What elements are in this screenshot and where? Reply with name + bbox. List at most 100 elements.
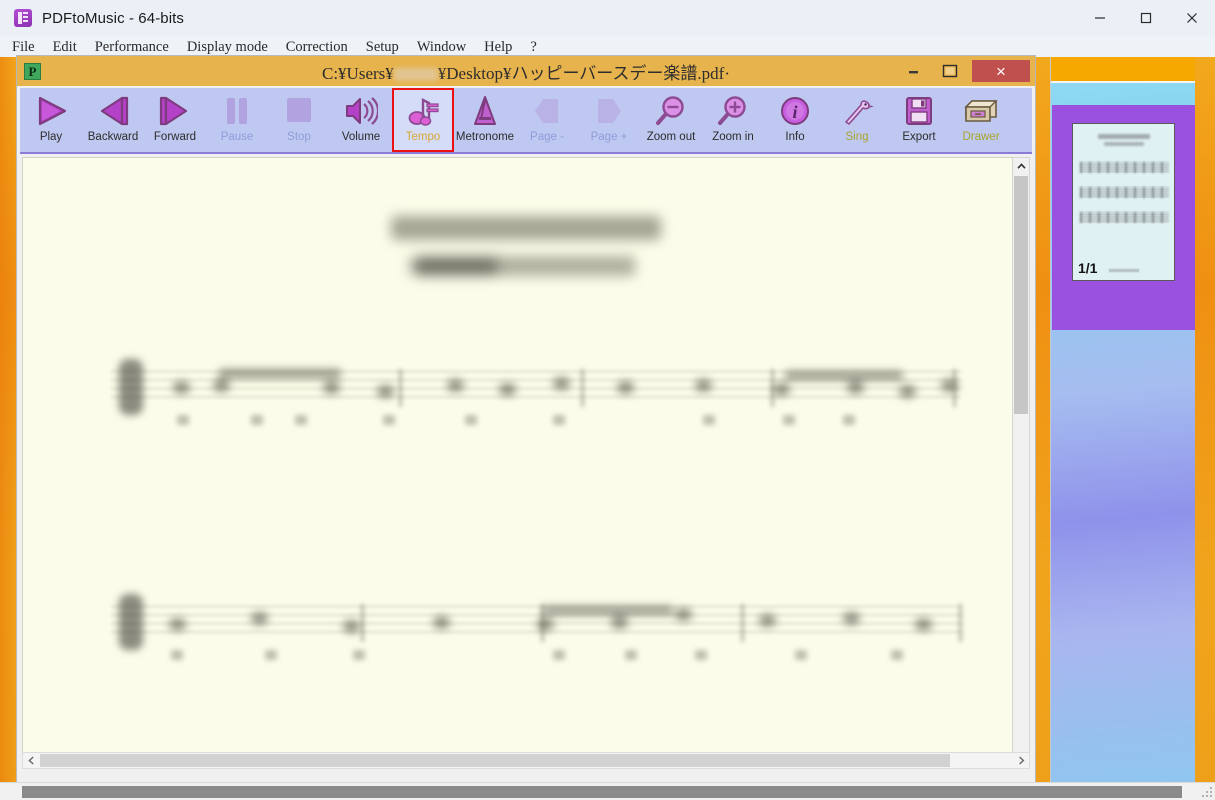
page-prev-icon bbox=[530, 93, 564, 129]
chevron-left-icon[interactable] bbox=[23, 753, 39, 768]
toolbar-label-tempo: Tempo bbox=[405, 131, 441, 143]
app-bottom-scrollbar[interactable] bbox=[0, 782, 1215, 800]
toolbar-button-stop[interactable]: Stop bbox=[268, 88, 330, 152]
thumbnail-page-label: 1/1 bbox=[1078, 260, 1098, 276]
horizontal-scroll-thumb[interactable] bbox=[40, 754, 950, 767]
page-thumbnail[interactable]: 1/1 bbox=[1072, 123, 1175, 281]
forward-icon bbox=[158, 93, 192, 129]
notes-2 bbox=[155, 598, 955, 644]
toolbar-button-page-next[interactable]: Page + bbox=[578, 88, 640, 152]
app-scroll-thumb[interactable] bbox=[22, 786, 1182, 798]
export-floppy-icon bbox=[902, 93, 936, 129]
zoom-out-icon bbox=[654, 93, 688, 129]
main-toolbar: Play Backward Forward Pause Stop Volume … bbox=[20, 88, 1032, 154]
toolbar-label-export: Export bbox=[902, 131, 936, 143]
thumbnail-dock: 1/1 bbox=[1050, 57, 1195, 782]
maximize-icon[interactable] bbox=[1123, 0, 1169, 36]
score-title-blur bbox=[391, 216, 661, 240]
thumbnail-item-selected[interactable]: 1/1 bbox=[1052, 105, 1195, 330]
pdftomusic-icon bbox=[14, 9, 32, 27]
toolbar-label-backward: Backward bbox=[87, 131, 139, 143]
toolbar-label-sing: Sing bbox=[845, 131, 869, 143]
clef-1 bbox=[119, 359, 143, 415]
toolbar-button-volume[interactable]: Volume bbox=[330, 88, 392, 152]
toolbar-button-pause[interactable]: Pause bbox=[206, 88, 268, 152]
barline-2d bbox=[959, 604, 962, 642]
toolbar-button-metronome[interactable]: Metronome bbox=[454, 88, 516, 152]
document-window: P C:¥Users¥ ¥Desktop¥ハッピーバースデー楽譜.pdf· × P… bbox=[16, 55, 1036, 788]
toolbar-button-zoom-in[interactable]: Zoom in bbox=[702, 88, 764, 152]
toolbar-label-forward: Forward bbox=[153, 131, 197, 143]
info-icon: i bbox=[778, 93, 812, 129]
metronome-icon bbox=[468, 93, 502, 129]
sing-bird-icon bbox=[840, 93, 874, 129]
toolbar-button-backward[interactable]: Backward bbox=[82, 88, 144, 152]
toolbar-button-export[interactable]: Export bbox=[888, 88, 950, 152]
toolbar-button-zoom-out[interactable]: Zoom out bbox=[640, 88, 702, 152]
backward-icon bbox=[96, 93, 130, 129]
toolbar-label-page-next: Page + bbox=[590, 131, 628, 143]
minimize-icon[interactable] bbox=[1077, 0, 1123, 36]
toolbar-button-play[interactable]: Play bbox=[20, 88, 82, 152]
toolbar-label-play: Play bbox=[39, 131, 63, 143]
toolbar-button-sing[interactable]: Sing bbox=[826, 88, 888, 152]
toolbar-label-pause: Pause bbox=[220, 131, 254, 143]
resize-grip[interactable] bbox=[1201, 787, 1213, 799]
document-path-suffix: ¥Desktop¥ハッピーバースデー楽譜.pdf· bbox=[437, 63, 730, 83]
chevron-up-icon[interactable] bbox=[1013, 158, 1029, 175]
document-path: C:¥Users¥ ¥Desktop¥ハッピーバースデー楽譜.pdf· bbox=[17, 59, 1035, 84]
tempo-icon bbox=[406, 93, 440, 129]
window-title: PDFtoMusic - 64-bits bbox=[42, 9, 185, 27]
toolbar-button-page-prev[interactable]: Page - bbox=[516, 88, 578, 152]
window-controls bbox=[1077, 0, 1215, 36]
toolbar-button-info[interactable]: i Info bbox=[764, 88, 826, 152]
toolbar-label-stop: Stop bbox=[287, 131, 311, 143]
thumbnail-subtitle-blur bbox=[1103, 142, 1144, 146]
thumbnail-notes-2 bbox=[1080, 187, 1169, 198]
document-minimize-icon[interactable] bbox=[896, 56, 932, 86]
pause-icon bbox=[220, 93, 254, 129]
toolbar-button-tempo[interactable]: Tempo bbox=[392, 88, 454, 152]
dock-top-bar bbox=[1051, 57, 1195, 81]
drawer-icon bbox=[963, 93, 999, 129]
notes-1 bbox=[155, 363, 958, 409]
document-titlebar[interactable]: P C:¥Users¥ ¥Desktop¥ハッピーバースデー楽譜.pdf· × bbox=[17, 56, 1035, 86]
toolbar-label-zoom-out: Zoom out bbox=[646, 131, 696, 143]
thumbnail-footer-blur bbox=[1108, 269, 1139, 272]
chevron-right-icon[interactable] bbox=[1013, 753, 1029, 768]
thumbnail-notes-3 bbox=[1080, 212, 1169, 223]
page-next-icon bbox=[592, 93, 626, 129]
score-viewer[interactable] bbox=[22, 157, 1030, 764]
redacted-username bbox=[393, 68, 438, 82]
toolbar-button-forward[interactable]: Forward bbox=[144, 88, 206, 152]
toolbar-label-info: Info bbox=[785, 131, 805, 143]
score-subtitle-blur bbox=[417, 256, 635, 276]
lyrics-2 bbox=[155, 650, 955, 662]
window-titlebar: PDFtoMusic - 64-bits bbox=[0, 0, 1215, 36]
document-close-button[interactable]: × bbox=[972, 60, 1030, 82]
close-icon[interactable] bbox=[1169, 0, 1215, 36]
toolbar-label-drawer: Drawer bbox=[962, 131, 1000, 143]
toolbar-label-zoom-in: Zoom in bbox=[712, 131, 754, 143]
thumbnail-title-blur bbox=[1097, 134, 1150, 139]
thumbnail-list[interactable]: 1/1 bbox=[1051, 83, 1195, 782]
clef-2 bbox=[119, 594, 143, 650]
vertical-scroll-thumb[interactable] bbox=[1014, 176, 1028, 414]
viewer-vertical-scrollbar[interactable] bbox=[1012, 157, 1030, 764]
document-icon: P bbox=[24, 62, 41, 80]
toolbar-button-drawer[interactable]: Drawer bbox=[950, 88, 1012, 152]
lyrics-1 bbox=[155, 415, 955, 427]
viewer-horizontal-scrollbar[interactable] bbox=[22, 752, 1030, 769]
svg-text:i: i bbox=[792, 102, 797, 122]
volume-icon bbox=[344, 93, 378, 129]
document-path-prefix: C:¥Users¥ bbox=[322, 63, 394, 83]
document-maximize-icon[interactable] bbox=[932, 56, 968, 86]
application-window: PDFtoMusic - 64-bits File Edit Performan… bbox=[0, 0, 1215, 800]
stop-icon bbox=[282, 93, 316, 129]
document-window-controls: × bbox=[896, 56, 1035, 86]
score-system-1 bbox=[111, 353, 961, 425]
toolbar-label-page-prev: Page - bbox=[530, 131, 564, 143]
toolbar-label-metronome: Metronome bbox=[455, 131, 515, 143]
thumbnail-notes-1 bbox=[1080, 162, 1169, 173]
zoom-in-icon bbox=[716, 93, 750, 129]
